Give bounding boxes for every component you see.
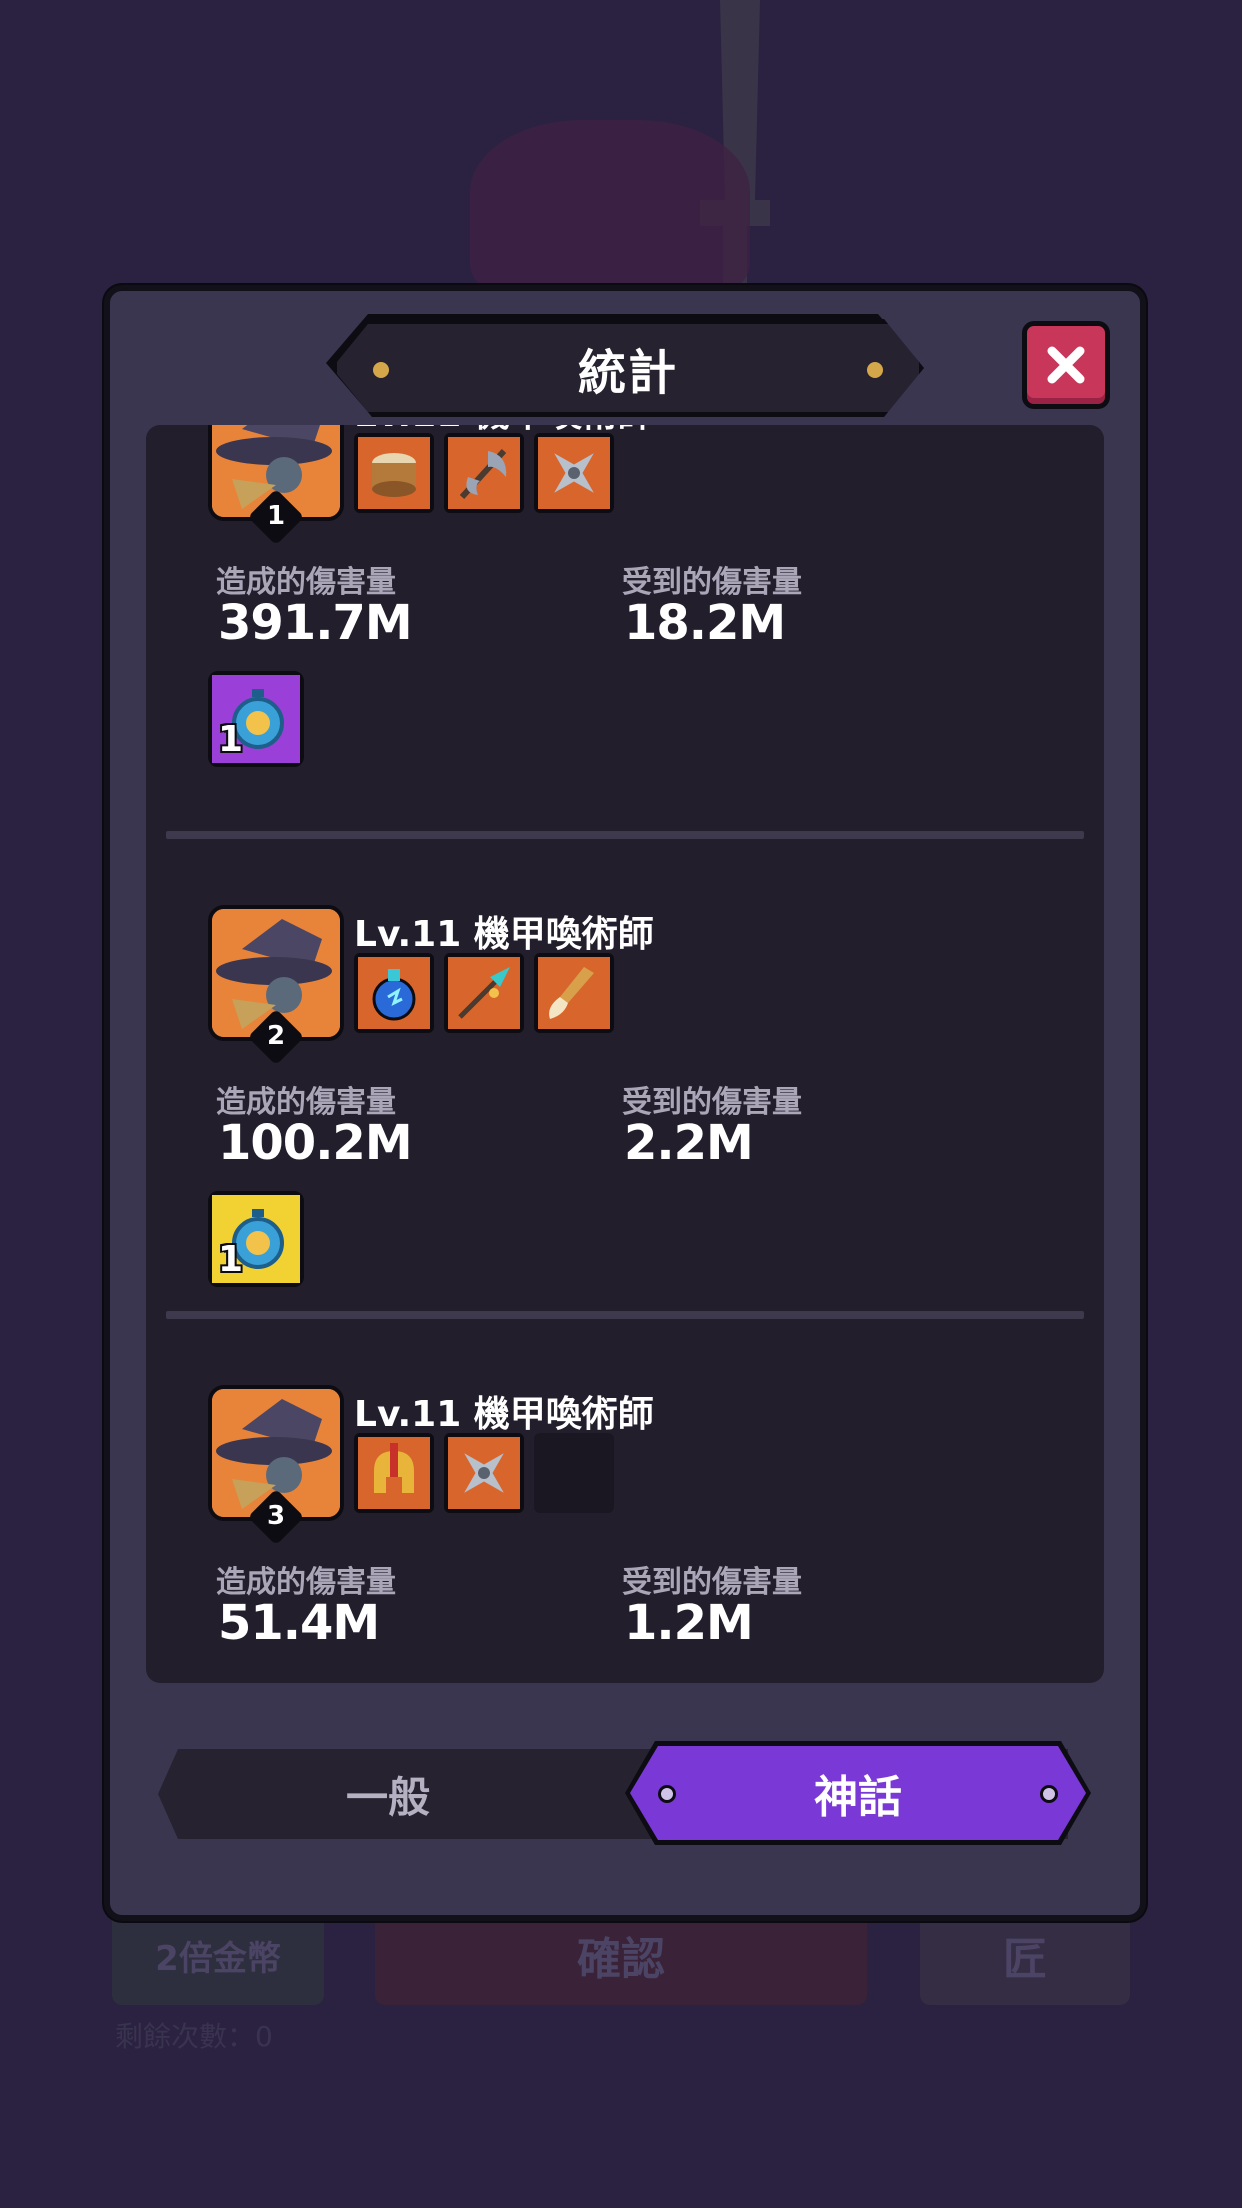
hero-portrait: 1 (208, 425, 344, 546)
buff-count: 1 (218, 1239, 244, 1280)
rank-number: 3 (266, 1501, 286, 1531)
close-button[interactable] (1022, 321, 1110, 409)
item-slot[interactable] (354, 1433, 434, 1513)
rivet-icon (658, 1785, 676, 1803)
damage-taken-value: 1.2M (624, 1595, 754, 1651)
tab-mythic-label: 神話 (814, 1772, 902, 1823)
close-icon (1047, 346, 1085, 384)
item-slot[interactable] (354, 953, 434, 1033)
potion-icon (358, 957, 430, 1029)
damage-dealt-value: 100.2M (218, 1115, 413, 1171)
brush-icon (538, 957, 610, 1029)
hero-portrait: 3 (208, 1385, 344, 1546)
empty-item-slot (534, 1433, 614, 1513)
tab-general[interactable]: 一般 (158, 1749, 618, 1839)
item-slot[interactable] (444, 433, 524, 513)
item-slot[interactable] (534, 953, 614, 1033)
spear-icon (448, 957, 520, 1029)
buff-icon[interactable]: 1 (208, 1191, 304, 1287)
rank-number: 2 (266, 1021, 286, 1051)
rank-number: 1 (266, 501, 286, 531)
damage-dealt-value: 51.4M (218, 1595, 380, 1651)
buff-icon[interactable]: 1 (208, 671, 304, 767)
background-emblem (470, 120, 750, 300)
damage-dealt-value: 391.7M (218, 595, 413, 651)
helmet-icon (358, 1437, 430, 1509)
item-slot[interactable] (354, 433, 434, 513)
buff-count: 1 (218, 719, 244, 760)
statistics-modal: 統計 1 Lv.11 機甲喚術師 (104, 285, 1146, 1921)
drum-icon (358, 437, 430, 509)
shuriken-icon (538, 437, 610, 509)
battle-axe-icon (448, 437, 520, 509)
tab-mythic[interactable]: 神話 (630, 1746, 1086, 1840)
entry-divider (166, 831, 1084, 839)
damage-taken-value: 18.2M (624, 595, 786, 651)
item-slot[interactable] (444, 1433, 524, 1513)
entry-divider (166, 1311, 1084, 1319)
hero-name: Lv.11 機甲喚術師 (354, 914, 654, 955)
item-slot[interactable] (444, 953, 524, 1033)
stats-list[interactable]: 1 Lv.11 機甲喚術師 造成的傷害量 受到的傷害量 391.7M 18.2M… (146, 425, 1104, 1683)
title-plate: 統計 (332, 319, 924, 417)
damage-taken-value: 2.2M (624, 1115, 754, 1171)
hero-name: Lv.11 機甲喚術師 (354, 1394, 654, 1435)
rivet-icon (1040, 1785, 1058, 1803)
rivet-icon (867, 362, 883, 378)
remaining-count-text: 剩餘次數：0 (115, 2020, 273, 2053)
rivet-icon (373, 362, 389, 378)
hero-portrait: 2 (208, 905, 344, 1066)
item-slot[interactable] (534, 433, 614, 513)
shuriken-icon (448, 1437, 520, 1509)
modal-title: 統計 (577, 345, 678, 401)
